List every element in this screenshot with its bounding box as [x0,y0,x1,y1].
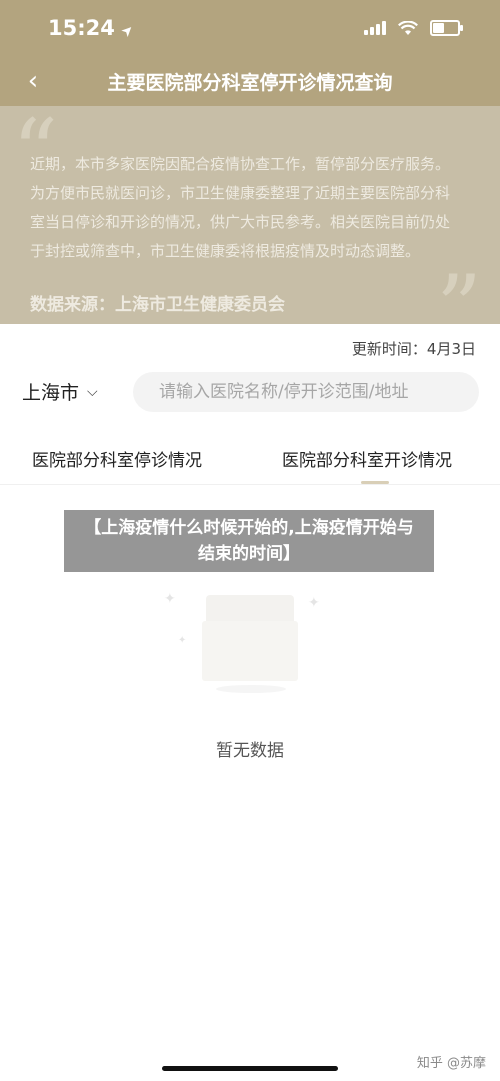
status-time: 15:24 ➤ [48,16,138,41]
watermark: 知乎 @苏摩 [416,1056,486,1071]
signal-icon [364,21,386,35]
empty-state-text: 暂无数据 [216,741,284,761]
tab-open-departments[interactable]: 医院部分科室开诊情况 [282,446,452,471]
location-arrow-icon: ➤ [118,21,138,41]
chevron-down-icon: ⌵ [87,383,98,400]
wifi-icon [398,20,418,35]
notice-panel: “ 近期，本市多家医院因配合疫情协查工作，暂停部分医疗服务。为方便市民就医问诊，… [0,106,500,324]
home-indicator[interactable] [162,1066,338,1071]
city-label: 上海市 [22,382,80,404]
search-input[interactable]: 请输入医院名称/停开诊范围/地址 [133,372,479,412]
tab-closed-departments[interactable]: 医院部分科室停诊情况 [32,446,202,471]
status-icons [364,20,463,36]
overlay-caption: 【上海疫情什么时候开始的,上海疫情开始与结束的时间】 [64,510,434,572]
battery-fill [433,23,444,33]
empty-box-icon: ✦ ✦ ✦ [164,575,320,705]
tab-bar: 医院部分科室停诊情况 医院部分科室开诊情况 [0,436,500,485]
notice-text: 近期，本市多家医院因配合疫情协查工作，暂停部分医疗服务。为方便市民就医问诊，市卫… [30,155,451,260]
update-time: 更新时间：4月3日 [351,340,476,358]
close-quote-icon: ” [435,256,482,325]
active-tab-indicator [361,481,389,484]
status-bar: 15:24 ➤ [0,0,500,58]
notice-source: 数据来源：上海市卫生健康委员会 [30,295,285,315]
nav-bar: ‹ 主要医院部分科室停开诊情况查询 [0,58,500,106]
city-select[interactable]: 上海市 ⌵ [22,378,98,405]
battery-icon [430,20,463,36]
page-title: 主要医院部分科室停开诊情况查询 [107,72,393,94]
